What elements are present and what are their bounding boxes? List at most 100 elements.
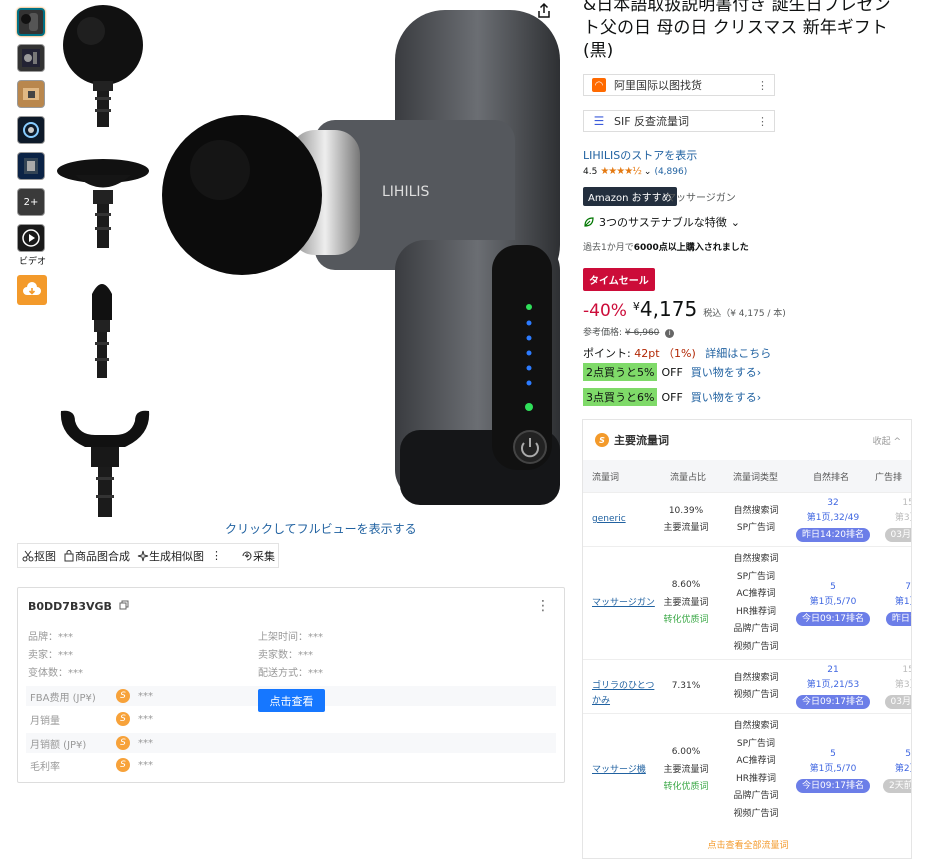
thumbnail-1[interactable]: [17, 8, 45, 36]
listed-date-field: 上架时间：***: [258, 632, 323, 643]
points-row: ポイント: 42pt （1%) 詳細はこちら: [583, 347, 772, 360]
keyword-link[interactable]: マッサージガン: [592, 596, 662, 611]
view-details-button[interactable]: 点击查看: [258, 689, 325, 712]
cloud-download-icon: [23, 282, 41, 295]
traffic-share: 7.31%: [671, 681, 701, 692]
rank-time-badge: 昨日14:20排名: [796, 528, 870, 542]
thumbnail-5[interactable]: [17, 152, 45, 180]
sparkle-icon: [137, 550, 149, 561]
rank-time-badge: 今日09:17排名: [796, 778, 870, 793]
ad-rank: 150 第3页,6 03月23日: [875, 496, 911, 543]
ad-rank-time-badge: 2天前01:2: [883, 778, 911, 793]
alibaba-image-search-plugin[interactable]: ◠ 阿里国际以图找货 ⋮: [583, 74, 775, 96]
asin-row: B0DD7B3VGB: [28, 600, 129, 613]
bullet-head-attachment-image[interactable]: [75, 280, 130, 380]
seller-sprite-icon: S: [595, 433, 609, 447]
shop-promo-link[interactable]: 買い物をする›: [691, 364, 761, 380]
play-icon: [22, 229, 40, 247]
thumbnail-3[interactable]: [17, 80, 45, 108]
organic-rank: 5 第1页,5/70 今日09:17排名: [795, 747, 871, 794]
table-row: マッサージガン 8.60% 主要流量词 转化优质词 自然搜索词 SP广告词 AC推荐词 HR推…: [583, 546, 911, 659]
collect-icon: [242, 551, 252, 560]
seller-sprite-icon: S: [116, 758, 130, 772]
leaf-icon: [584, 217, 594, 227]
traffic-keywords-panel: S 主要流量词 收起 ^ 流量词 流量占比 流量词类型 自然排名 广告排 gen…: [582, 419, 912, 859]
copy-icon[interactable]: [119, 600, 129, 610]
sustainability-dropdown[interactable]: 3つのサステナブルな特徴 ⌄: [583, 214, 740, 230]
keyword-link[interactable]: generic: [592, 512, 662, 527]
flat-head-attachment-image[interactable]: [55, 155, 152, 250]
brand-field: 品牌：***: [28, 632, 73, 643]
table-row: ゴリラのひとつかみ 7.31% 自然搜索词 视频广告词 21 第1页,21/53 今日…: [583, 659, 911, 713]
organic-rank: 21 第1页,21/53 今日09:17排名: [795, 663, 871, 710]
points-details-link[interactable]: 詳細はこちら: [705, 347, 771, 360]
collapse-button[interactable]: 收起 ^: [873, 434, 901, 447]
chevron-down-icon: ⌄: [730, 215, 740, 229]
fork-head-attachment-image[interactable]: [55, 405, 155, 520]
keyword-types: 自然搜索词 SP广告词 AC推荐词 HR推荐词 品牌广告词 视频广告词: [733, 554, 779, 652]
store-link[interactable]: LIHILISのストアを表示: [583, 147, 697, 163]
review-count[interactable]: (4,896): [654, 167, 687, 177]
thumbnail-4[interactable]: [17, 116, 45, 144]
rank-time-badge: 今日09:17排名: [796, 695, 870, 709]
alibaba-icon: ◠: [592, 78, 606, 92]
panel-header: S 主要流量词 收起 ^: [583, 420, 911, 460]
seller-count-field: 卖家数：***: [258, 650, 313, 661]
ball-head-attachment-image[interactable]: [57, 5, 152, 130]
keyword-types: 自然搜索词 SP广告词 AC推荐词 HR推荐词 品牌广告词 视频广告词: [733, 721, 779, 819]
sif-keyword-plugin[interactable]: ☰ SIF 反查流量词 ⋮: [583, 110, 775, 132]
list-icon: ☰: [593, 114, 605, 128]
thumbnail-2[interactable]: [17, 44, 45, 72]
tax-info: 税込（¥ 4,175 / 本): [703, 309, 786, 319]
discount-percent: -40%: [583, 301, 627, 321]
main-product-image[interactable]: LIHILIS: [160, 10, 560, 515]
badge-category-link[interactable]: マッサージガン: [666, 189, 736, 204]
traffic-share: 8.60% 主要流量词 转化优质词: [663, 580, 709, 626]
card-menu-button[interactable]: ⋮: [536, 598, 550, 614]
video-thumbnail[interactable]: [17, 224, 45, 252]
ad-rank-time-badge: 03月23日: [884, 528, 911, 542]
collect-button[interactable]: 采集: [241, 548, 275, 564]
view-all-keywords-link[interactable]: 点击查看全部流量词: [583, 838, 911, 851]
download-cloud-button[interactable]: [17, 275, 47, 305]
variants-field: 变体数：***: [28, 668, 83, 679]
cutout-button[interactable]: 抠图: [22, 548, 56, 564]
keyword-types: 自然搜索词 SP广告词: [733, 505, 779, 534]
brand-logo: LIHILIS: [382, 184, 430, 200]
plugin-menu-icon[interactable]: ⋮: [757, 79, 768, 92]
table-header: 流量词 流量占比 流量词类型 自然排名 广告排: [583, 460, 911, 492]
thumbnail-6[interactable]: 2+: [17, 188, 45, 216]
keyword-link[interactable]: マッサージ機: [592, 763, 662, 778]
table-row: generic 10.39% 主要流量词 自然搜索词 SP广告词 32 第1页,32/4…: [583, 492, 911, 546]
monthly-sales-row: 月销量 S ***: [30, 712, 153, 727]
video-label: ビデオ: [19, 257, 47, 267]
asin-value: B0DD7B3VGB: [28, 600, 112, 613]
seller-sprite-icon: S: [116, 689, 130, 703]
compose-button[interactable]: 商品图合成: [63, 548, 130, 564]
shipping-field: 配送方式：***: [258, 668, 323, 679]
traffic-share: 6.00% 主要流量词 转化优质词: [663, 747, 709, 793]
seller-field: 卖家：***: [28, 650, 73, 661]
amazon-choice-badge: Amazon おすすめ: [583, 187, 677, 206]
ad-rank-time-badge: 昨日16:3: [885, 611, 911, 626]
keyword-types: 自然搜索词 视频广告词: [733, 672, 779, 701]
keyword-link[interactable]: ゴリラのひとつかみ: [592, 679, 662, 709]
info-icon[interactable]: i: [665, 329, 675, 338]
plugin-menu-icon[interactable]: ⋮: [757, 115, 768, 128]
ad-rank: 150 第3页,3 03月11日: [875, 663, 911, 710]
ad-rank: 55 第2页,1 2天前01:2: [875, 747, 911, 794]
toolbar-more-button[interactable]: ⋮: [211, 549, 222, 562]
reference-price: 参考価格: ¥ 6,960 i: [583, 325, 675, 338]
rating-row[interactable]: 4.5 ★★★★½ ⌄ (4,896): [583, 166, 687, 177]
image-toolbar: 抠图 商品图合成 生成相似图 ⋮ 采集: [17, 543, 279, 568]
similar-image-button[interactable]: 生成相似图: [137, 548, 204, 564]
shop-promo-link[interactable]: 買い物をする›: [691, 389, 761, 405]
gross-margin-row: 毛利率 S ***: [30, 758, 153, 773]
share-icon[interactable]: [535, 2, 553, 20]
full-view-link[interactable]: クリックしてフルビューを表示する: [225, 520, 417, 537]
chevron-down-icon: ⌄: [643, 166, 652, 177]
seller-sprite-icon: S: [116, 712, 130, 726]
scissors-icon: [22, 550, 34, 561]
product-title: &日本語取扱説明書付き 誕生日プレゼン ト父の日 母の日 クリスマス 新年ギフト…: [583, 0, 891, 61]
thumbnail-strip: 2+ ビデオ: [17, 8, 47, 305]
